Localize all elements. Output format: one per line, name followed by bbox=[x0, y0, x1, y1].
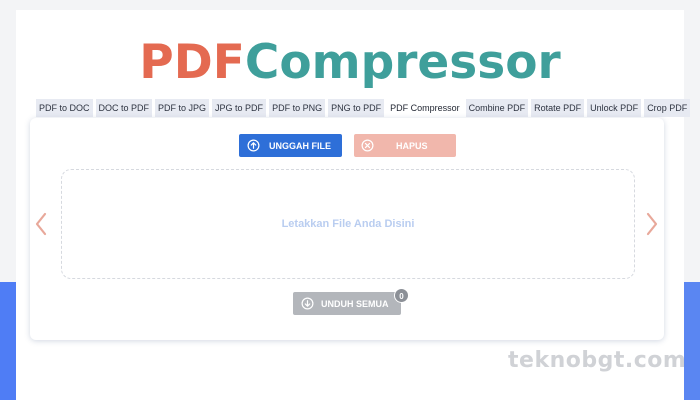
delete-button[interactable]: HAPUS bbox=[354, 134, 456, 157]
upload-file-label: UNGGAH FILE bbox=[269, 140, 331, 151]
file-dropzone[interactable]: Letakkan File Anda Disini bbox=[61, 169, 635, 279]
tab-unlock-pdf[interactable]: Unlock PDF bbox=[587, 99, 642, 117]
dropzone-text: Letakkan File Anda Disini bbox=[281, 218, 415, 230]
page-container: PDFCompressor PDF to DOC DOC to PDF PDF … bbox=[16, 10, 691, 400]
tab-pdf-to-jpg[interactable]: PDF to JPG bbox=[155, 99, 210, 117]
tab-crop-pdf[interactable]: Crop PDF bbox=[644, 99, 691, 117]
app-logo: PDFCompressor bbox=[16, 38, 684, 88]
tab-combine-pdf[interactable]: Combine PDF bbox=[465, 99, 529, 117]
logo-pdf-text: PDF bbox=[139, 35, 245, 90]
watermark-text: teknobgt.com bbox=[508, 348, 687, 373]
download-all-button[interactable]: UNDUH SEMUA bbox=[293, 292, 401, 315]
download-all-label: UNDUH SEMUA bbox=[321, 298, 389, 309]
tab-pdf-to-png[interactable]: PDF to PNG bbox=[269, 99, 326, 117]
upload-file-button[interactable]: UNGGAH FILE bbox=[239, 134, 342, 157]
x-circle-icon bbox=[361, 139, 374, 152]
arrow-up-circle-icon bbox=[247, 139, 260, 152]
tab-pdf-to-doc[interactable]: PDF to DOC bbox=[36, 99, 93, 117]
tab-png-to-pdf[interactable]: PNG to PDF bbox=[328, 99, 385, 117]
tab-rotate-pdf[interactable]: Rotate PDF bbox=[531, 99, 585, 117]
logo-compressor-text: Compressor bbox=[244, 35, 561, 90]
arrow-down-circle-icon bbox=[301, 297, 314, 310]
tool-tabs: PDF to DOC DOC to PDF PDF to JPG JPG to … bbox=[36, 99, 691, 117]
chevron-right-icon[interactable] bbox=[645, 212, 659, 236]
tool-panel: UNGGAH FILE HAPUS Letakkan File Anda Dis… bbox=[30, 118, 664, 340]
chevron-left-icon[interactable] bbox=[34, 212, 48, 236]
tab-jpg-to-pdf[interactable]: JPG to PDF bbox=[212, 99, 267, 117]
tab-doc-to-pdf[interactable]: DOC to PDF bbox=[95, 99, 153, 117]
delete-label: HAPUS bbox=[396, 140, 428, 151]
file-count-badge: 0 bbox=[394, 288, 409, 303]
tab-pdf-compressor[interactable]: PDF Compressor bbox=[387, 99, 463, 117]
